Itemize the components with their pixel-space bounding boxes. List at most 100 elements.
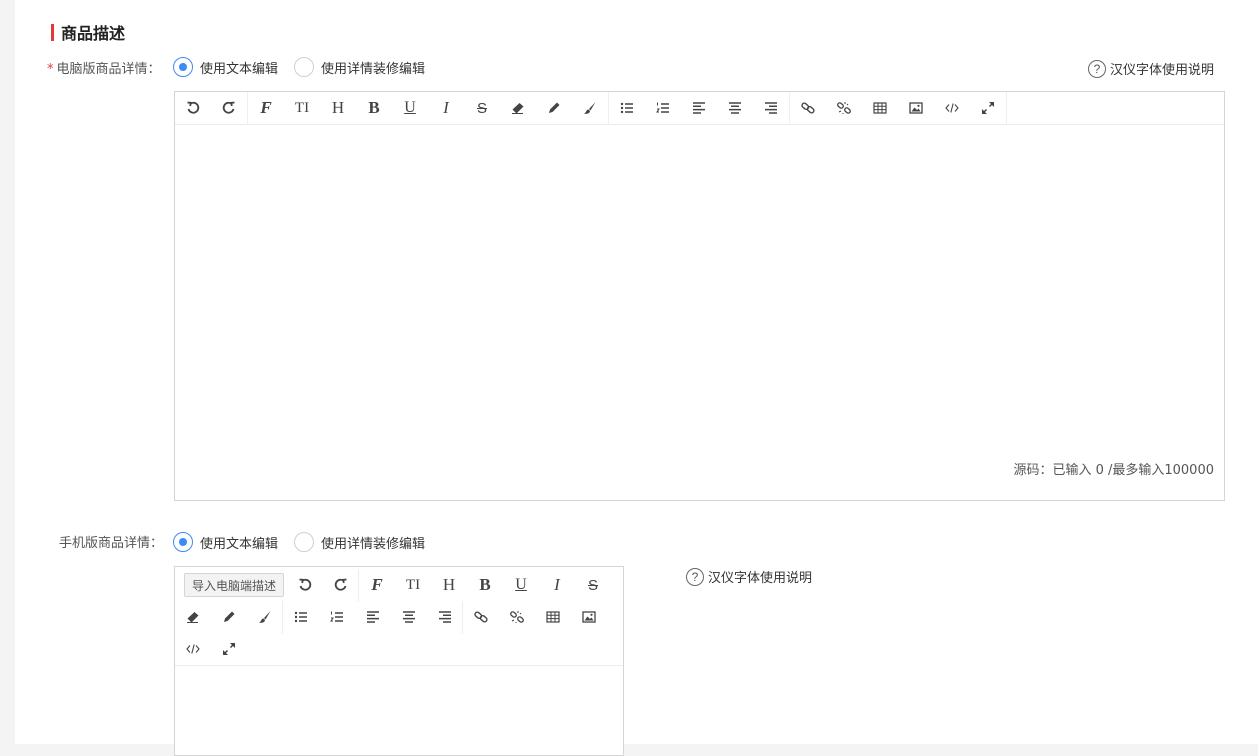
radio-unchecked-icon	[294, 532, 315, 552]
redo-icon	[334, 578, 348, 592]
bold-button[interactable]: B	[356, 92, 392, 125]
align-center-icon	[402, 610, 416, 624]
toolbar-group-paragraph	[609, 91, 790, 125]
align-center-button[interactable]	[717, 92, 753, 125]
font-size-button[interactable]: TI	[395, 569, 431, 602]
table-button[interactable]	[862, 92, 898, 125]
import-pc-description-button[interactable]: 导入电脑端描述	[184, 573, 285, 597]
image-button[interactable]	[898, 92, 934, 125]
radio-checked-icon	[173, 57, 193, 77]
undo-icon	[298, 578, 312, 592]
mobile-radio-text-edit[interactable]: 使用文本编辑	[173, 532, 278, 552]
radio-unchecked-icon	[294, 57, 315, 77]
image-icon	[582, 610, 596, 624]
redo-button[interactable]	[211, 92, 247, 125]
strikethrough-button[interactable]: S	[575, 569, 611, 602]
radio-label: 使用详情装修编辑	[321, 536, 426, 552]
strikethrough-button[interactable]: S	[464, 92, 500, 125]
fullscreen-icon	[981, 101, 995, 115]
section-title-bar	[51, 23, 54, 41]
toolbar-row: 导入电脑端描述 F TI H B U I S	[175, 568, 623, 602]
font-size-icon: TI	[405, 576, 421, 593]
link-icon	[801, 101, 815, 115]
heading-icon: H	[331, 98, 345, 117]
pc-radio-detail-edit[interactable]: 使用详情装修编辑	[294, 57, 425, 77]
pen-color-button[interactable]	[536, 92, 572, 125]
strikethrough-icon: S	[476, 99, 487, 117]
ordered-list-icon	[656, 101, 670, 115]
heading-button[interactable]: H	[431, 569, 467, 602]
font-size-button[interactable]: TI	[284, 92, 320, 125]
source-code-button[interactable]	[934, 92, 970, 125]
mobile-radio-detail-edit[interactable]: 使用详情装修编辑	[294, 532, 425, 552]
bold-icon: B	[368, 98, 380, 117]
font-family-button[interactable]: F	[248, 92, 284, 125]
toolbar-group-history	[175, 91, 248, 125]
radio-checked-icon	[173, 532, 193, 552]
toolbar-group-format: F TI H B U I S	[248, 91, 609, 125]
unlink-button[interactable]	[499, 601, 535, 634]
font-family-icon: F	[260, 98, 272, 117]
pc-detail-label-text: 电脑版商品详情：	[56, 62, 161, 77]
align-right-button[interactable]	[753, 92, 789, 125]
bullet-list-button[interactable]	[609, 92, 645, 125]
code-icon	[945, 101, 959, 115]
brush-icon	[583, 101, 597, 115]
underline-button[interactable]: U	[392, 92, 428, 125]
pen-color-button[interactable]	[211, 601, 247, 634]
source-code-button[interactable]	[175, 633, 211, 666]
align-left-button[interactable]	[355, 601, 391, 634]
fullscreen-button[interactable]	[970, 92, 1006, 125]
toolbar-row	[175, 600, 623, 634]
pc-radio-text-edit[interactable]: 使用文本编辑	[173, 57, 278, 77]
image-button[interactable]	[571, 601, 607, 634]
italic-button[interactable]: I	[539, 569, 575, 602]
table-icon	[546, 610, 560, 624]
bold-button[interactable]: B	[467, 569, 503, 602]
font-size-icon: TI	[294, 99, 310, 116]
fullscreen-button[interactable]	[211, 633, 247, 666]
font-family-button[interactable]: F	[359, 569, 395, 602]
underline-icon: U	[515, 576, 527, 593]
pc-rich-text-editor: F TI H B U I S 源码：已输入 0 /最多输入100000	[174, 91, 1225, 501]
align-center-button[interactable]	[391, 601, 427, 634]
eraser-button[interactable]	[500, 92, 536, 125]
brush-button[interactable]	[572, 92, 608, 125]
link-button[interactable]	[463, 601, 499, 634]
redo-button[interactable]	[323, 568, 360, 602]
code-icon	[186, 642, 200, 656]
bold-icon: B	[479, 575, 491, 594]
mobile-editor-toolbar: 导入电脑端描述 F TI H B U I S	[175, 567, 623, 666]
align-left-button[interactable]	[681, 92, 717, 125]
radio-label: 使用文本编辑	[200, 61, 279, 77]
mobile-font-help-link[interactable]: ? 汉仪字体使用说明	[686, 567, 812, 586]
unlink-button[interactable]	[826, 92, 862, 125]
eraser-icon	[186, 610, 200, 624]
link-icon	[474, 610, 488, 624]
italic-button[interactable]: I	[428, 92, 464, 125]
strikethrough-icon: S	[588, 576, 599, 594]
brush-button[interactable]	[247, 600, 283, 634]
align-right-button[interactable]	[427, 600, 463, 634]
section-title-text: 商品描述	[61, 24, 126, 43]
italic-icon: I	[443, 98, 449, 117]
underline-button[interactable]: U	[503, 569, 539, 602]
pencil-icon	[222, 610, 236, 624]
eraser-button[interactable]	[175, 601, 211, 634]
pc-font-help-link[interactable]: ? 汉仪字体使用说明	[1088, 59, 1214, 78]
link-button[interactable]	[790, 92, 826, 125]
source-char-counter: 源码：已输入 0 /最多输入100000	[1013, 463, 1214, 478]
ordered-list-button[interactable]	[645, 92, 681, 125]
pc-editor-toolbar: F TI H B U I S	[175, 91, 1224, 125]
heading-button[interactable]: H	[320, 92, 356, 125]
unlink-icon	[837, 101, 851, 115]
align-left-icon	[692, 101, 706, 115]
radio-label: 使用详情装修编辑	[321, 61, 426, 77]
table-button[interactable]	[535, 601, 571, 634]
bullet-list-button[interactable]	[283, 601, 319, 634]
ordered-list-button[interactable]	[319, 601, 355, 634]
undo-button[interactable]	[175, 92, 211, 125]
undo-button[interactable]	[287, 569, 323, 602]
bullet-list-icon	[294, 610, 308, 624]
mobile-detail-label: 手机版商品详情：	[59, 536, 164, 551]
